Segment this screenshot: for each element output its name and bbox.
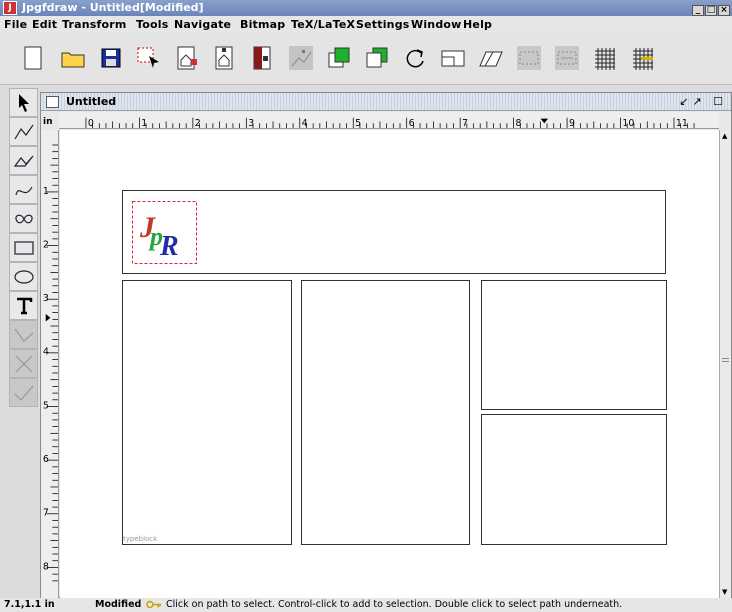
window-title: Jpgfdraw - Untitled[Modified] xyxy=(22,1,204,14)
horizontal-ruler: 0 1 2 3 4 5 6 7 8 9 10 11 xyxy=(59,112,719,129)
minimize-button[interactable]: _ xyxy=(692,5,704,16)
horizontal-ruler-labels: 0 1 2 3 4 5 6 7 8 9 10 11 xyxy=(88,118,688,129)
close-button[interactable]: × xyxy=(718,5,730,16)
menu-tools[interactable]: Tools xyxy=(136,18,168,31)
frame-right-bottom[interactable] xyxy=(481,414,667,545)
insert-bitmap-icon[interactable] xyxy=(170,41,204,75)
document-title: Untitled xyxy=(66,95,117,108)
open-curve-icon[interactable] xyxy=(9,175,38,204)
ruler-label: 3 xyxy=(248,118,254,129)
status-bar: 7.1,1.1 in Modified Click on path to sel… xyxy=(0,598,732,612)
ruler-label: 7 xyxy=(43,508,49,519)
properties-icon[interactable] xyxy=(208,41,242,75)
menu-bitmap[interactable]: Bitmap xyxy=(240,18,285,31)
menu-bar: File Edit Transform Tools Navigate Bitma… xyxy=(0,16,732,33)
svg-text:R: R xyxy=(159,231,179,262)
menu-settings[interactable]: Settings xyxy=(356,18,410,31)
menu-transform[interactable]: Transform xyxy=(62,18,127,31)
ruler-unit: in xyxy=(43,117,53,127)
ruler-label: 5 xyxy=(355,118,361,129)
menu-navigate[interactable]: Navigate xyxy=(174,18,231,31)
disabled-cross-icon[interactable] xyxy=(9,349,38,378)
edit-path-icon[interactable] xyxy=(284,41,318,75)
header-frame[interactable]: J p R xyxy=(122,190,666,274)
app-icon: J xyxy=(3,1,17,15)
ruler-label: 5 xyxy=(43,400,49,411)
vertical-scrollbar[interactable]: ▲ ▼ xyxy=(719,130,731,598)
grid-lock-icon[interactable] xyxy=(550,41,584,75)
select-icon[interactable] xyxy=(9,88,38,117)
title-bar: J Jpgfdraw - Untitled[Modified] _ □ × xyxy=(0,0,732,16)
ruler-label: 11 xyxy=(676,118,688,129)
frame-left-column[interactable]: typeblock xyxy=(122,280,292,545)
window-controls: _ □ × xyxy=(691,2,730,16)
move-to-front-icon[interactable] xyxy=(322,41,356,75)
show-grid-icon[interactable] xyxy=(512,41,546,75)
scroll-down-arrow-icon[interactable]: ▼ xyxy=(722,588,727,596)
maximize-button[interactable]: □ xyxy=(705,5,717,16)
document-window-controls[interactable]: ↙↗ ☐ xyxy=(679,95,727,108)
rectangular-grid-icon[interactable] xyxy=(588,41,622,75)
ruler-label: 9 xyxy=(569,118,575,129)
open-icon[interactable] xyxy=(56,41,90,75)
ruler-label: 2 xyxy=(195,118,201,129)
save-icon[interactable] xyxy=(94,41,128,75)
closed-line-icon[interactable] xyxy=(9,146,38,175)
new-icon[interactable] xyxy=(16,41,50,75)
ruler-label: 4 xyxy=(302,118,308,129)
document-icon xyxy=(46,96,59,108)
menu-edit[interactable]: Edit xyxy=(32,18,57,31)
text-icon[interactable] xyxy=(9,291,38,320)
menu-help[interactable]: Help xyxy=(463,18,492,31)
status-modified: Modified xyxy=(95,599,142,610)
toolbar xyxy=(0,33,732,85)
rotate-icon[interactable] xyxy=(398,41,432,75)
ruler-label: 1 xyxy=(43,186,49,197)
move-to-back-icon[interactable] xyxy=(360,41,394,75)
radial-grid-icon[interactable] xyxy=(626,41,660,75)
ruler-label: 1 xyxy=(141,118,147,129)
ruler-label: 8 xyxy=(43,561,49,572)
document-title-bar: Untitled ↙↗ ☐ xyxy=(41,93,731,111)
scroll-thumb[interactable] xyxy=(722,358,729,362)
ellipse-icon[interactable] xyxy=(9,262,38,291)
typeblock-label: typeblock xyxy=(123,535,158,543)
ruler-label: 4 xyxy=(43,347,49,358)
horizontal-ruler-ticks xyxy=(85,117,695,128)
select-icon[interactable] xyxy=(132,41,166,75)
key-icon xyxy=(146,600,161,609)
ruler-label: 6 xyxy=(43,454,49,465)
ruler-label: 3 xyxy=(43,293,49,304)
menu-file[interactable]: File xyxy=(4,18,27,31)
refresh-bitmap-icon[interactable] xyxy=(246,41,280,75)
shear-icon[interactable] xyxy=(474,41,508,75)
ruler-label: 0 xyxy=(88,118,94,129)
disabled-line-icon[interactable] xyxy=(9,320,38,349)
ruler-label: 6 xyxy=(409,118,415,129)
document-window: Untitled ↙↗ ☐ in 0 1 2 3 4 5 6 7 8 9 10 11 12345678… xyxy=(40,92,732,598)
jpgfdraw-logo: J p R xyxy=(132,201,197,264)
vertical-ruler: 1 2 3 4 5 6 7 8 xyxy=(41,130,59,598)
disabled-check-icon[interactable] xyxy=(9,378,38,407)
open-line-icon[interactable] xyxy=(9,117,38,146)
status-message: Click on path to select. Control-click t… xyxy=(166,599,623,610)
frame-right-top[interactable] xyxy=(481,280,667,410)
vertical-ruler-labels: 1 2 3 4 5 6 7 8 xyxy=(43,186,49,573)
drawing-canvas[interactable]: J p R typeblock xyxy=(60,130,719,598)
ruler-label: 10 xyxy=(622,118,634,129)
scroll-up-arrow-icon[interactable]: ▲ xyxy=(722,132,727,140)
menu-window[interactable]: Window xyxy=(411,18,462,31)
ruler-label: 7 xyxy=(462,118,468,129)
closed-curve-icon[interactable] xyxy=(9,204,38,233)
ruler-label: 2 xyxy=(43,239,49,250)
rectangle-icon[interactable] xyxy=(9,233,38,262)
menu-tex-latex[interactable]: TeX/LaTeX xyxy=(291,18,355,31)
ruler-label: 8 xyxy=(515,118,521,129)
scale-icon[interactable] xyxy=(436,41,470,75)
status-coordinates: 7.1,1.1 in xyxy=(4,599,55,610)
frame-middle-column[interactable] xyxy=(301,280,470,545)
